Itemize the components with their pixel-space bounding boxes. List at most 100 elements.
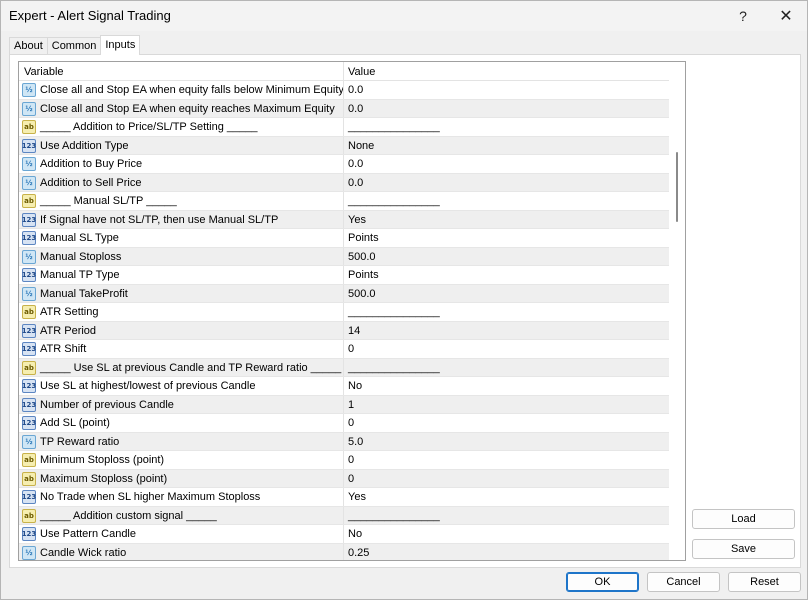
column-divider[interactable] bbox=[343, 62, 344, 81]
variable-name: ATR Period bbox=[40, 324, 97, 337]
table-row[interactable]: 123 Add SL (point) 0 bbox=[19, 414, 669, 433]
variable-value[interactable]: 0.0 bbox=[348, 177, 363, 189]
table-row[interactable]: ½ Close all and Stop EA when equity reach… bbox=[19, 99, 669, 118]
table-row[interactable]: ab ATR Setting _______________ bbox=[19, 303, 669, 322]
load-button[interactable]: Load bbox=[692, 509, 795, 529]
title-bar[interactable]: Expert - Alert Signal Trading ? ✕ bbox=[1, 1, 807, 31]
integer-type-icon: 123 bbox=[22, 397, 36, 412]
string-type-icon: ab bbox=[22, 305, 36, 319]
table-row[interactable]: ½ Close all and Stop EA when equity falls… bbox=[19, 81, 669, 100]
table-row[interactable]: 123 Manual TP Type Points bbox=[19, 266, 669, 285]
variable-value[interactable]: 0 bbox=[348, 454, 354, 466]
variable-value[interactable]: 0 bbox=[348, 343, 354, 355]
vertical-scrollbar[interactable] bbox=[669, 62, 685, 560]
table-row[interactable]: ½ TP Reward ratio 5.0 bbox=[19, 432, 669, 451]
table-row[interactable]: ab _____ Use SL at previous Candle and TP… bbox=[19, 358, 669, 377]
variable-name: Manual TakeProfit bbox=[40, 287, 128, 300]
reset-button[interactable]: Reset bbox=[728, 572, 801, 592]
variable-name: _____ Manual SL/TP _____ bbox=[40, 195, 177, 207]
column-divider bbox=[343, 321, 344, 339]
tab-about[interactable]: About bbox=[9, 37, 48, 55]
table-row[interactable]: ab Maximum Stoploss (point) 0 bbox=[19, 469, 669, 488]
table-row[interactable]: ab _____ Manual SL/TP _____ ______________… bbox=[19, 192, 669, 211]
variable-value[interactable]: No bbox=[348, 528, 362, 540]
table-row[interactable]: ab _____ Addition custom signal _____ ____… bbox=[19, 506, 669, 525]
column-divider bbox=[343, 81, 344, 99]
variable-value[interactable]: _______________ bbox=[348, 195, 440, 207]
column-divider bbox=[343, 266, 344, 284]
variable-name: Addition to Buy Price bbox=[40, 158, 143, 170]
variable-name: Minimum Stoploss (point) bbox=[40, 454, 165, 466]
help-button[interactable]: ? bbox=[721, 1, 765, 31]
table-row[interactable]: ½ Addition to Buy Price 0.0 bbox=[19, 155, 669, 174]
variable-value[interactable]: 500.0 bbox=[348, 288, 376, 300]
variable-value[interactable]: Yes bbox=[348, 214, 366, 226]
table-row[interactable]: 123 ATR Shift 0 bbox=[19, 340, 669, 359]
variable-value[interactable]: 1 bbox=[348, 399, 354, 411]
table-row[interactable]: 123 No Trade when SL higher Maximum Stopl… bbox=[19, 488, 669, 507]
table-row[interactable]: 123 Use Pattern Candle No bbox=[19, 525, 669, 544]
variable-value[interactable]: 0.25 bbox=[348, 547, 369, 559]
save-button[interactable]: Save bbox=[692, 539, 795, 559]
string-type-icon: ab bbox=[22, 360, 36, 375]
string-type-icon: ab bbox=[22, 471, 36, 486]
variable-value[interactable]: _______________ bbox=[348, 362, 440, 374]
tab-common[interactable]: Common bbox=[46, 37, 102, 55]
integer-type-icon: 123 bbox=[22, 323, 36, 338]
variable-value[interactable]: _______________ bbox=[348, 306, 440, 318]
variable-value[interactable]: _______________ bbox=[348, 510, 440, 522]
table-row[interactable]: 123 Use SL at highest/lowest of previous … bbox=[19, 377, 669, 396]
column-divider bbox=[343, 192, 344, 210]
tab-inputs[interactable]: Inputs bbox=[100, 35, 141, 55]
table-row[interactable]: ½ Candle Wick ratio 0.25 bbox=[19, 543, 669, 560]
variable-value[interactable]: 0 bbox=[348, 473, 354, 485]
variable-value[interactable]: 500.0 bbox=[348, 251, 376, 263]
variable-value[interactable]: No bbox=[348, 380, 362, 392]
variable-name: Use Addition Type bbox=[40, 139, 129, 152]
cancel-button[interactable]: Cancel bbox=[647, 572, 720, 592]
column-header-value[interactable]: Value bbox=[348, 66, 375, 78]
variable-value[interactable]: 0.0 bbox=[348, 158, 363, 170]
table-row[interactable]: 123 Manual SL Type Points bbox=[19, 229, 669, 248]
integer-type-icon: 123 bbox=[22, 490, 36, 504]
column-header-variable[interactable]: Variable bbox=[24, 66, 64, 78]
table-row[interactable]: ab _____ Addition to Price/SL/TP Setting … bbox=[19, 118, 669, 137]
variable-value[interactable]: 0.0 bbox=[348, 84, 363, 96]
variable-value[interactable]: Points bbox=[348, 269, 379, 281]
variable-value[interactable]: 0.0 bbox=[348, 103, 363, 115]
table-row[interactable]: ½ Manual TakeProfit 500.0 bbox=[19, 284, 669, 303]
ok-button[interactable]: OK bbox=[566, 572, 639, 592]
variable-name: No Trade when SL higher Maximum Stoploss bbox=[40, 491, 261, 503]
integer-type-icon: 123 bbox=[22, 416, 36, 430]
table-row[interactable]: ½ Manual Stoploss 500.0 bbox=[19, 247, 669, 266]
grid-rows: ½ Close all and Stop EA when equity falls… bbox=[19, 81, 669, 560]
variable-value[interactable]: 5.0 bbox=[348, 436, 363, 448]
variable-name: Use SL at highest/lowest of previous Can… bbox=[40, 380, 256, 392]
table-row[interactable]: ab Minimum Stoploss (point) 0 bbox=[19, 451, 669, 470]
column-divider bbox=[343, 525, 344, 543]
integer-type-icon: 123 bbox=[22, 212, 36, 227]
column-divider bbox=[343, 432, 344, 450]
table-row[interactable]: 123 ATR Period 14 bbox=[19, 321, 669, 340]
variable-value[interactable]: Points bbox=[348, 232, 379, 244]
scrollbar-thumb[interactable] bbox=[676, 152, 678, 222]
string-type-icon: ab bbox=[22, 194, 36, 208]
grid-header: Variable Value bbox=[19, 62, 669, 81]
column-divider bbox=[343, 451, 344, 469]
close-button[interactable]: ✕ bbox=[764, 1, 808, 31]
column-divider bbox=[343, 99, 344, 117]
variable-value[interactable]: None bbox=[348, 140, 374, 152]
variable-name: Number of previous Candle bbox=[40, 398, 174, 411]
table-row[interactable]: 123 Number of previous Candle 1 bbox=[19, 395, 669, 414]
column-divider bbox=[343, 469, 344, 487]
inputs-panel: Variable Value ½ Close all and Stop EA wh… bbox=[9, 54, 801, 568]
string-type-icon: ab bbox=[22, 120, 36, 134]
variable-value[interactable]: 0 bbox=[348, 417, 354, 429]
variable-value[interactable]: 14 bbox=[348, 325, 360, 337]
table-row[interactable]: 123 Use Addition Type None bbox=[19, 136, 669, 155]
table-row[interactable]: 123 If Signal have not SL/TP, then use Ma… bbox=[19, 210, 669, 229]
table-row[interactable]: ½ Addition to Sell Price 0.0 bbox=[19, 173, 669, 192]
variable-value[interactable]: Yes bbox=[348, 491, 366, 503]
variable-value[interactable]: _______________ bbox=[348, 121, 440, 133]
tab-bar: About Common Inputs bbox=[9, 35, 141, 55]
